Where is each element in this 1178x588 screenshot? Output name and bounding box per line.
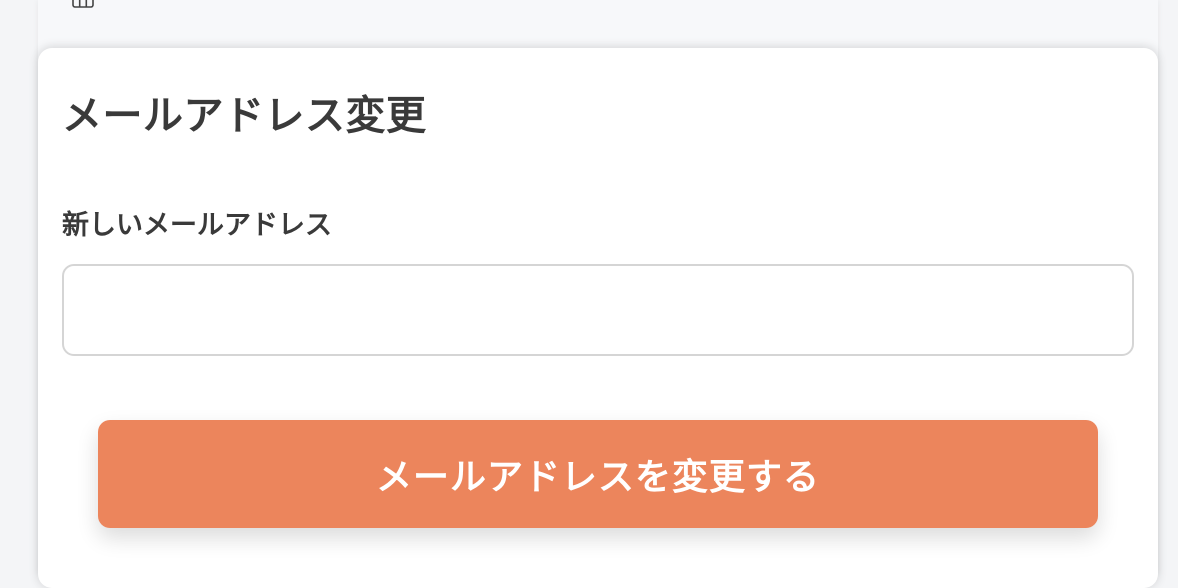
new-email-label: 新しいメールアドレス	[62, 210, 332, 241]
email-change-card: メールアドレス変更 新しいメールアドレス メールアドレスを変更する	[38, 48, 1158, 588]
page-title: メールアドレス変更	[62, 93, 427, 139]
change-email-button[interactable]: メールアドレスを変更する	[98, 420, 1098, 528]
new-email-input[interactable]	[62, 264, 1134, 356]
grid-icon[interactable]	[72, 0, 94, 8]
